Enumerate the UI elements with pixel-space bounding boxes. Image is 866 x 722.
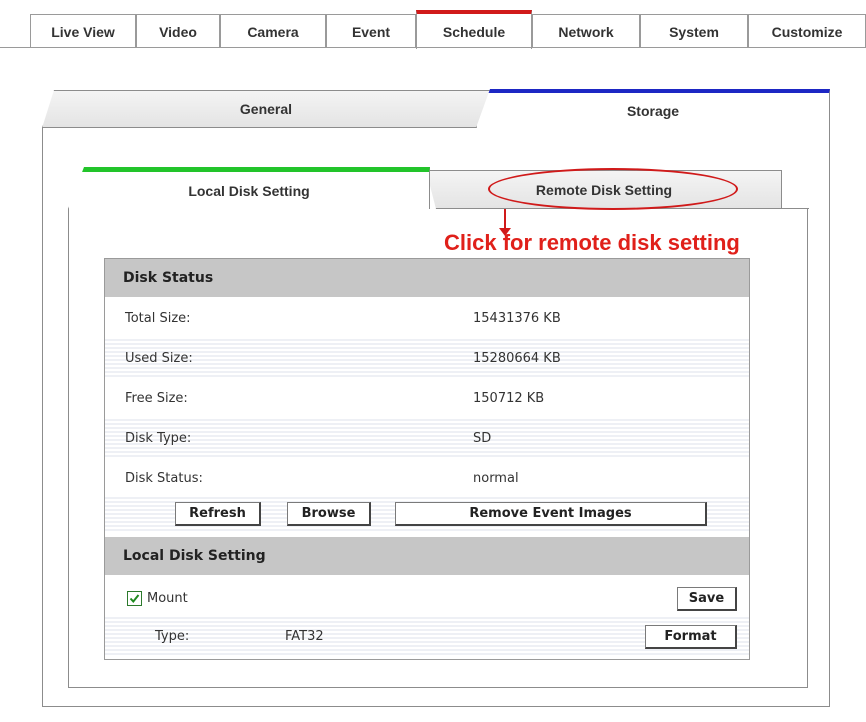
type-value: FAT32 [285,629,324,644]
checkmark-icon [129,594,140,604]
tab-remote-disk-setting[interactable]: Remote Disk Setting [426,170,782,209]
table-row: Disk Status: normal [105,459,749,499]
disk-status-heading: Disk Status [105,259,749,297]
local-disk-setting-heading: Local Disk Setting [105,537,749,575]
mount-label: Mount [147,591,188,606]
tab-divider [782,208,809,209]
nav-divider [0,47,866,48]
total-size-value: 15431376 KB [473,311,561,326]
table-row: Used Size: 15280664 KB [105,339,749,379]
total-size-label: Total Size: [125,311,191,326]
save-button[interactable]: Save [677,587,737,611]
tab-general[interactable]: General [42,90,490,128]
type-label: Type: [155,629,190,644]
tab-video[interactable]: Video [136,14,220,48]
top-nav: Live View Video Camera Event Schedule Ne… [0,8,866,49]
browse-button[interactable]: Browse [287,502,371,526]
free-size-label: Free Size: [125,391,188,406]
remove-event-images-button[interactable]: Remove Event Images [395,502,707,526]
tab-system[interactable]: System [640,14,748,48]
table-row: Total Size: 15431376 KB [105,299,749,339]
annotation-callout: Click for remote disk setting [444,230,740,255]
format-button[interactable]: Format [645,625,737,649]
mount-checkbox[interactable] [127,591,142,606]
used-size-value: 15280664 KB [473,351,561,366]
tab-storage[interactable]: Storage [476,89,830,128]
disk-status-label: Disk Status: [125,471,203,486]
used-size-label: Used Size: [125,351,193,366]
disk-panel: Disk Status Total Size: 15431376 KB Used… [104,258,750,660]
button-row: Refresh Browse Remove Event Images [105,497,749,531]
mount-row: Mount Save [105,579,749,619]
disk-type-value: SD [473,431,492,446]
tab-event[interactable]: Event [326,14,416,48]
tab-live-view[interactable]: Live View [30,14,136,48]
disk-status-value: normal [473,471,519,486]
type-row: Type: FAT32 Format [105,617,749,657]
table-row: Free Size: 150712 KB [105,379,749,419]
disk-type-label: Disk Type: [125,431,192,446]
tab-customize[interactable]: Customize [748,14,866,48]
refresh-button[interactable]: Refresh [175,502,261,526]
tab-local-disk-setting[interactable]: Local Disk Setting [68,167,430,209]
tab-network[interactable]: Network [532,14,640,48]
table-row: Disk Type: SD [105,419,749,459]
free-size-value: 150712 KB [473,391,545,406]
tab-camera[interactable]: Camera [220,14,326,48]
tab-schedule[interactable]: Schedule [416,10,532,49]
